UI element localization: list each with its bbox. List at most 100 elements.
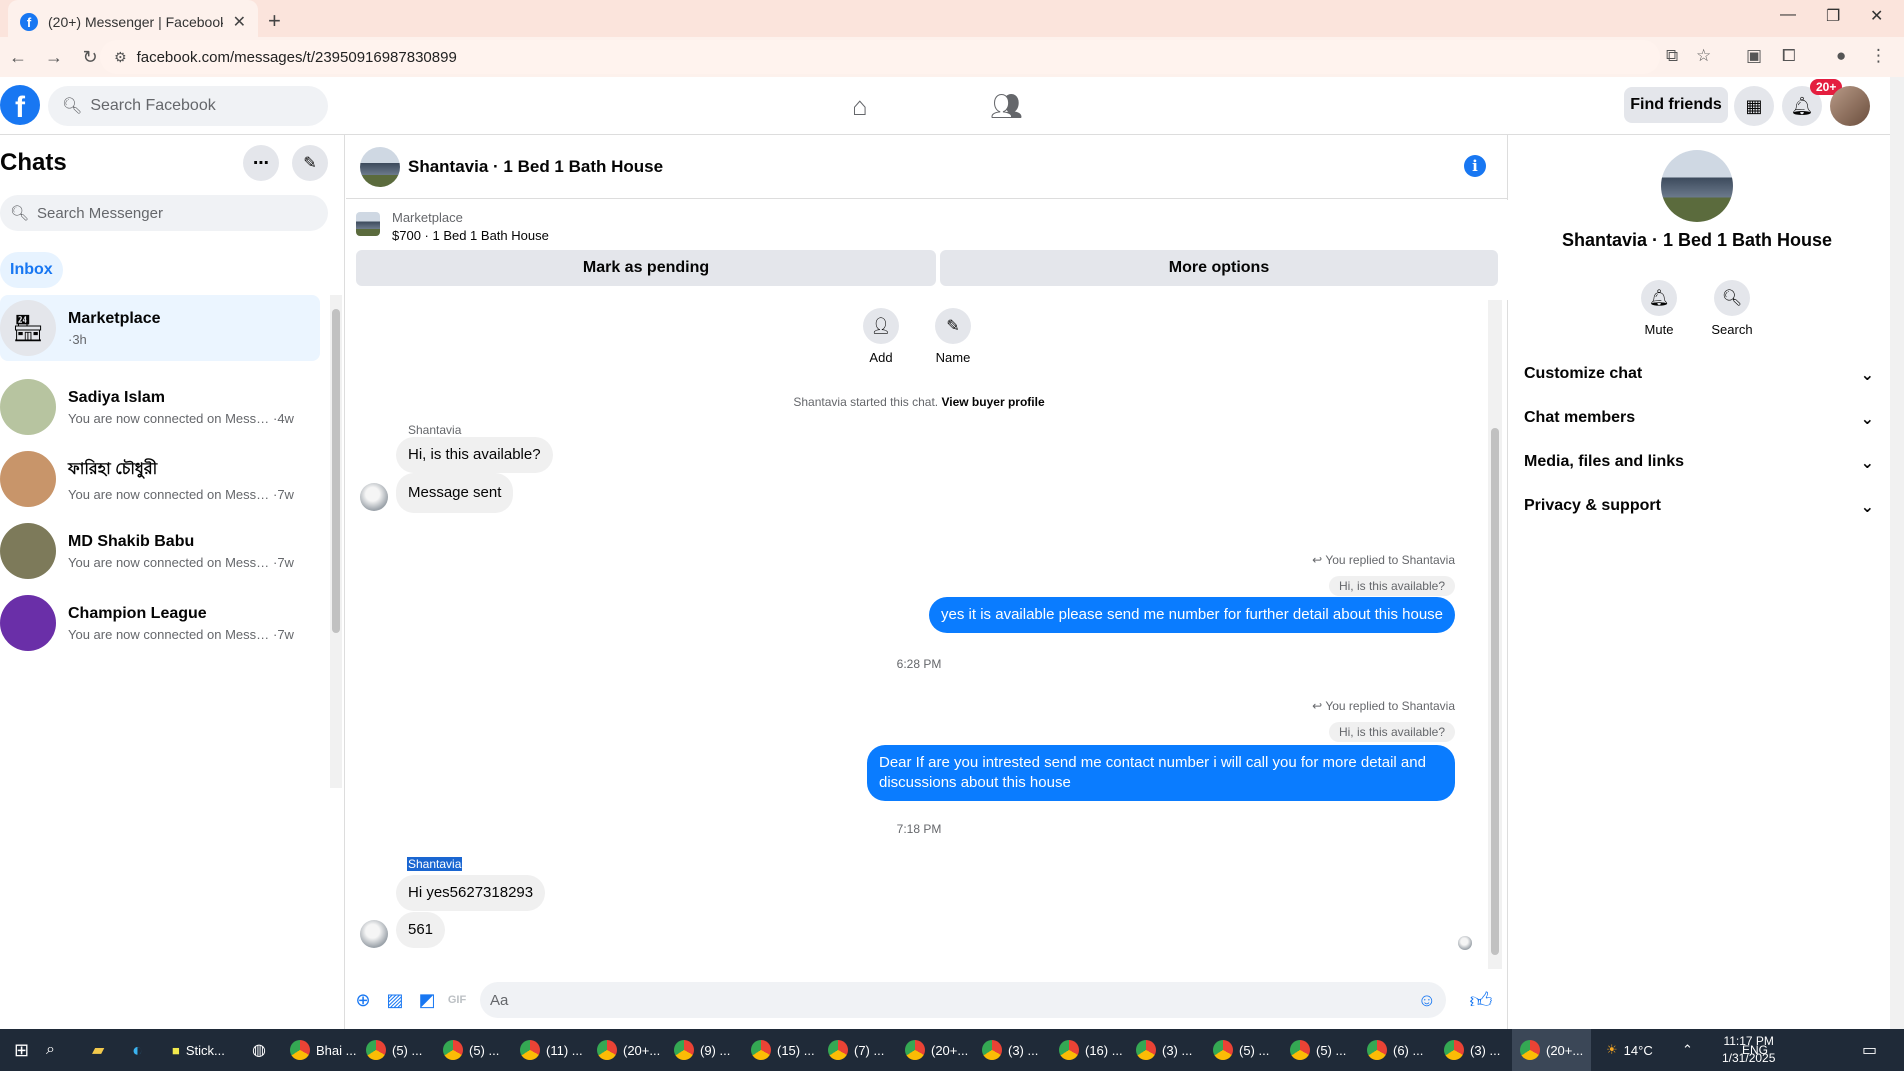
taskbar-app[interactable]: (5) ... <box>1213 1029 1269 1071</box>
timestamp: 6:28 PM <box>896 657 942 671</box>
close-tab-icon[interactable]: ✕ <box>233 12 246 32</box>
taskbar-app-active[interactable]: (20+... <box>1512 1029 1592 1071</box>
message-input[interactable]: Aa ☺ <box>480 982 1446 1018</box>
mark-as-pending-button[interactable]: Mark as pending <box>356 250 936 286</box>
chat-members-section[interactable]: Chat members ⌄ <box>1524 409 1874 429</box>
taskbar-app[interactable]: (3) ... <box>1136 1029 1192 1071</box>
minimize-icon[interactable]: — <box>1780 6 1796 24</box>
taskbar-app[interactable]: (5) ... <box>1290 1029 1346 1071</box>
url-text: facebook.com/messages/t/2395091698783089… <box>136 48 457 66</box>
chat-row[interactable]: Sadiya Islam You are now connected on Me… <box>0 374 320 440</box>
more-options-icon[interactable]: ⋯ <box>243 145 279 181</box>
taskbar-app[interactable]: (5) ... <box>366 1029 422 1071</box>
friends-icon[interactable]: 👥︎ <box>990 91 1023 122</box>
search-chat-button[interactable]: 🔍︎ Search <box>1702 280 1762 337</box>
new-message-icon[interactable]: ✎ <box>292 145 328 181</box>
close-window-icon[interactable]: ✕ <box>1870 6 1883 26</box>
taskbar-app[interactable]: (16) ... <box>1059 1029 1123 1071</box>
plus-icon[interactable]: ⊕ <box>352 989 374 1011</box>
info-icon[interactable]: i <box>1464 155 1486 177</box>
forward-icon[interactable]: → <box>36 47 72 68</box>
messages-scrollbar[interactable] <box>1488 300 1502 969</box>
new-tab-icon[interactable]: + <box>268 8 281 34</box>
windows-start-icon[interactable]: ⊞ <box>14 1029 29 1071</box>
taskbar-app[interactable]: (6) ... <box>1367 1029 1423 1071</box>
chat-row-marketplace[interactable]: 🏪︎ Marketplace ·3h <box>0 295 320 361</box>
home-icon[interactable]: ⌂ <box>852 91 868 122</box>
menu-grid-icon[interactable]: ▦ <box>1734 86 1774 126</box>
media-files-section[interactable]: Media, files and links ⌄ <box>1524 453 1874 473</box>
app-icon[interactable]: ◍ <box>252 1029 266 1071</box>
outgoing-message[interactable]: Dear If are you intrested send me contac… <box>867 745 1455 801</box>
facebook-logo-icon[interactable]: f <box>0 85 40 125</box>
quoted-message[interactable]: Hi, is this available? <box>1328 722 1455 742</box>
restore-icon[interactable]: ❐ <box>1826 6 1840 26</box>
page-scrollbar[interactable] <box>1890 77 1904 1029</box>
extension-icon[interactable]: ▣ <box>1746 46 1762 66</box>
conversation-title[interactable]: Shantavia · 1 Bed 1 Bath House <box>408 157 663 177</box>
taskbar-app[interactable]: (15) ... <box>751 1029 815 1071</box>
taskbar-app[interactable]: (9) ... <box>674 1029 730 1071</box>
clock[interactable]: 11:17 PM 1/31/2025 <box>1722 1033 1775 1067</box>
account-avatar[interactable] <box>1830 86 1870 126</box>
sticker-icon[interactable]: ◩ <box>416 989 438 1011</box>
conversation-avatar[interactable] <box>360 147 400 187</box>
chat-profile-avatar[interactable] <box>1661 150 1733 222</box>
chat-row[interactable]: ফারিহা চৌধুরী You are now connected on M… <box>0 446 320 512</box>
chat-row[interactable]: Champion League You are now connected on… <box>0 590 320 656</box>
mute-button[interactable]: 🔔︎ Mute <box>1629 280 1689 337</box>
thumbs-up-icon[interactable]: 👍︎ <box>1470 988 1493 1013</box>
bookmark-star-icon[interactable]: ☆ <box>1696 46 1711 66</box>
view-buyer-profile-link[interactable]: View buyer profile <box>941 395 1044 409</box>
install-icon[interactable]: ⧉ <box>1666 46 1678 66</box>
sender-avatar[interactable] <box>360 483 388 511</box>
add-people-button[interactable]: 👤︎ Add <box>851 308 911 365</box>
search-icon[interactable]: ⌕ <box>46 1029 55 1071</box>
incoming-message[interactable]: Message sent <box>396 473 514 513</box>
facebook-search-input[interactable]: 🔍︎ Search Facebook <box>48 86 328 126</box>
chat-row[interactable]: MD Shakib Babu You are now connected on … <box>0 518 320 584</box>
outgoing-message[interactable]: yes it is available please send me numbe… <box>929 597 1455 633</box>
chat-time: ·4w <box>273 410 294 426</box>
taskbar-app[interactable]: Bhai ... <box>290 1029 356 1071</box>
privacy-support-section[interactable]: Privacy & support ⌄ <box>1524 497 1874 517</box>
taskbar-app[interactable]: (5) ... <box>443 1029 499 1071</box>
more-options-button[interactable]: More options <box>940 250 1498 286</box>
taskbar-app[interactable]: (20+... <box>905 1029 968 1071</box>
inbox-tab[interactable]: Inbox <box>0 252 63 288</box>
customize-chat-section[interactable]: Customize chat ⌄ <box>1524 365 1874 385</box>
chevron-up-icon[interactable]: ⌃ <box>1682 1029 1693 1071</box>
find-friends-button[interactable]: Find friends <box>1624 87 1728 123</box>
name-chat-button[interactable]: ✎ Name <box>923 308 983 365</box>
incoming-message[interactable]: 561 <box>396 912 446 948</box>
notification-center-icon[interactable]: ▭ <box>1862 1029 1877 1071</box>
profile-icon[interactable]: ● <box>1836 46 1846 66</box>
listing-thumbnail[interactable] <box>356 212 380 236</box>
incoming-message[interactable]: Hi yes5627318293 <box>396 875 546 911</box>
gif-icon[interactable]: GIF <box>446 989 468 1011</box>
taskbar-app[interactable]: (3) ... <box>1444 1029 1500 1071</box>
scrollbar-thumb[interactable] <box>1491 428 1499 955</box>
quoted-message[interactable]: Hi, is this available? <box>1328 576 1455 596</box>
file-explorer-icon[interactable]: ▰ <box>92 1029 104 1071</box>
sender-avatar[interactable] <box>360 920 388 948</box>
taskbar-app[interactable]: (20+... <box>597 1029 660 1071</box>
chats-scrollbar[interactable] <box>330 295 342 788</box>
site-info-icon[interactable]: ⚙ <box>114 49 127 66</box>
menu-icon[interactable]: ⋮ <box>1870 46 1887 66</box>
listing-title[interactable]: $700 · 1 Bed 1 Bath House <box>392 228 549 243</box>
taskbar-app[interactable]: (7) ... <box>828 1029 884 1071</box>
weather-widget[interactable]: ☀ 14°C <box>1606 1029 1653 1071</box>
emoji-icon[interactable]: ☺ <box>1418 990 1436 1011</box>
taskbar-app[interactable]: ■ Stick... <box>172 1029 225 1071</box>
photo-icon[interactable]: ▨ <box>384 989 406 1011</box>
messenger-search-input[interactable]: 🔍︎ Search Messenger <box>0 195 328 231</box>
scrollbar-thumb[interactable] <box>332 309 340 633</box>
incoming-message[interactable]: Hi, is this available? <box>396 437 553 473</box>
puzzle-icon[interactable]: ⧠ <box>1782 46 1796 66</box>
taskbar-app[interactable]: (3) ... <box>982 1029 1038 1071</box>
edge-icon[interactable]: ◐ <box>132 1029 143 1071</box>
url-field[interactable]: ⚙ facebook.com/messages/t/23950916987830… <box>100 40 1660 74</box>
back-icon[interactable]: ← <box>0 47 36 68</box>
taskbar-app[interactable]: (11) ... <box>520 1029 583 1071</box>
